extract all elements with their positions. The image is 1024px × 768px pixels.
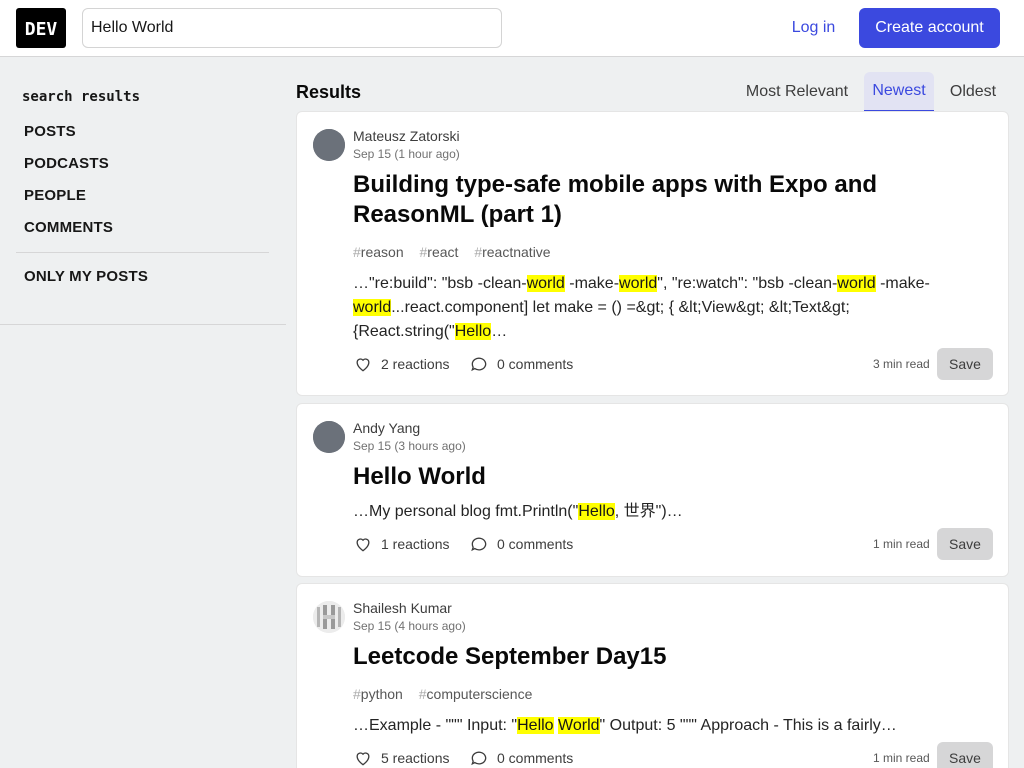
comments-button[interactable]: 0 comments [465, 348, 577, 380]
dev-logo-icon: DEV [25, 19, 58, 38]
tag-link[interactable]: #reason [353, 244, 404, 260]
post-card[interactable]: Shailesh Kumar Sep 15 (4 hours ago) Leet… [296, 583, 1009, 768]
sidebar-divider [16, 252, 269, 253]
tag-link[interactable]: #react [420, 244, 459, 260]
heart-icon [356, 358, 370, 372]
reactions-button[interactable]: 2 reactions [349, 348, 453, 380]
tab-most-relevant[interactable]: Most Relevant [738, 72, 856, 112]
post-date[interactable]: Sep 15 (3 hours ago) [353, 439, 466, 453]
post-tags: #reason #react #reactnative [353, 244, 563, 260]
post-author[interactable]: Andy Yang [353, 420, 420, 436]
sidebar-item-posts[interactable]: POSTS [24, 123, 76, 140]
reactions-button[interactable]: 5 reactions [349, 742, 453, 768]
svg-text:DEV: DEV [25, 19, 58, 38]
heart-icon [356, 538, 370, 552]
tag-link[interactable]: #python [353, 686, 403, 702]
tab-newest[interactable]: Newest [864, 72, 934, 112]
post-date[interactable]: Sep 15 (4 hours ago) [353, 619, 466, 633]
tag-link[interactable]: #computerscience [419, 686, 533, 702]
post-author[interactable]: Mateusz Zatorski [353, 128, 460, 144]
sidebar-item-people[interactable]: PEOPLE [24, 187, 86, 204]
search-filter-sidebar: search results POSTS PODCASTS PEOPLE COM… [0, 57, 286, 325]
post-title[interactable]: Hello World [353, 462, 953, 492]
top-header: DEV Log in Create account [0, 0, 1024, 57]
read-time: 1 min read [873, 537, 930, 551]
comment-icon [471, 357, 487, 372]
read-time: 3 min read [873, 357, 930, 371]
read-time: 1 min read [873, 751, 930, 765]
log-in-button[interactable]: Log in [776, 8, 851, 48]
results-heading: Results [296, 82, 362, 102]
search-input[interactable] [82, 8, 502, 48]
save-button[interactable]: Save [937, 348, 993, 380]
sidebar-title: search results [22, 89, 141, 105]
comments-button[interactable]: 0 comments [465, 528, 577, 560]
post-card[interactable]: Andy Yang Sep 15 (3 hours ago) Hello Wor… [296, 403, 1009, 577]
reactions-button[interactable]: 1 reactions [349, 528, 453, 560]
post-snippet: …Example - """ Input: "Hello World" Outp… [353, 717, 897, 734]
user-avatar-icon [313, 421, 345, 453]
user-avatar-icon [313, 601, 345, 633]
tab-oldest[interactable]: Oldest [942, 72, 1004, 112]
save-button[interactable]: Save [937, 742, 993, 768]
post-title[interactable]: Leetcode September Day15 [353, 642, 953, 672]
post-card[interactable]: Mateusz Zatorski Sep 15 (1 hour ago) Bui… [296, 111, 1009, 396]
only-my-posts-filter[interactable]: ONLY MY POSTS [24, 268, 148, 285]
comment-icon [471, 537, 487, 552]
dev-logo[interactable]: DEV [16, 8, 66, 48]
sidebar-item-podcasts[interactable]: PODCASTS [24, 155, 109, 172]
comment-icon [471, 751, 487, 766]
post-author[interactable]: Shailesh Kumar [353, 600, 452, 616]
create-account-button[interactable]: Create account [859, 8, 1000, 48]
post-tags: #python #computerscience [353, 686, 544, 702]
post-date[interactable]: Sep 15 (1 hour ago) [353, 147, 460, 161]
avatar[interactable] [313, 601, 345, 633]
avatar[interactable] [313, 129, 345, 161]
heart-icon [356, 752, 370, 766]
comments-button[interactable]: 0 comments [465, 742, 577, 768]
user-avatar-icon [313, 129, 345, 161]
post-title[interactable]: Building type-safe mobile apps with Expo… [353, 170, 953, 230]
post-snippet: …My personal blog fmt.Println("Hello, 世界… [353, 503, 683, 520]
post-snippet: …"re:build": "bsb -clean-world -make-wor… [353, 275, 930, 340]
avatar[interactable] [313, 421, 345, 453]
sidebar-item-comments[interactable]: COMMENTS [24, 219, 113, 236]
tag-link[interactable]: #reactnative [474, 244, 550, 260]
save-button[interactable]: Save [937, 528, 993, 560]
